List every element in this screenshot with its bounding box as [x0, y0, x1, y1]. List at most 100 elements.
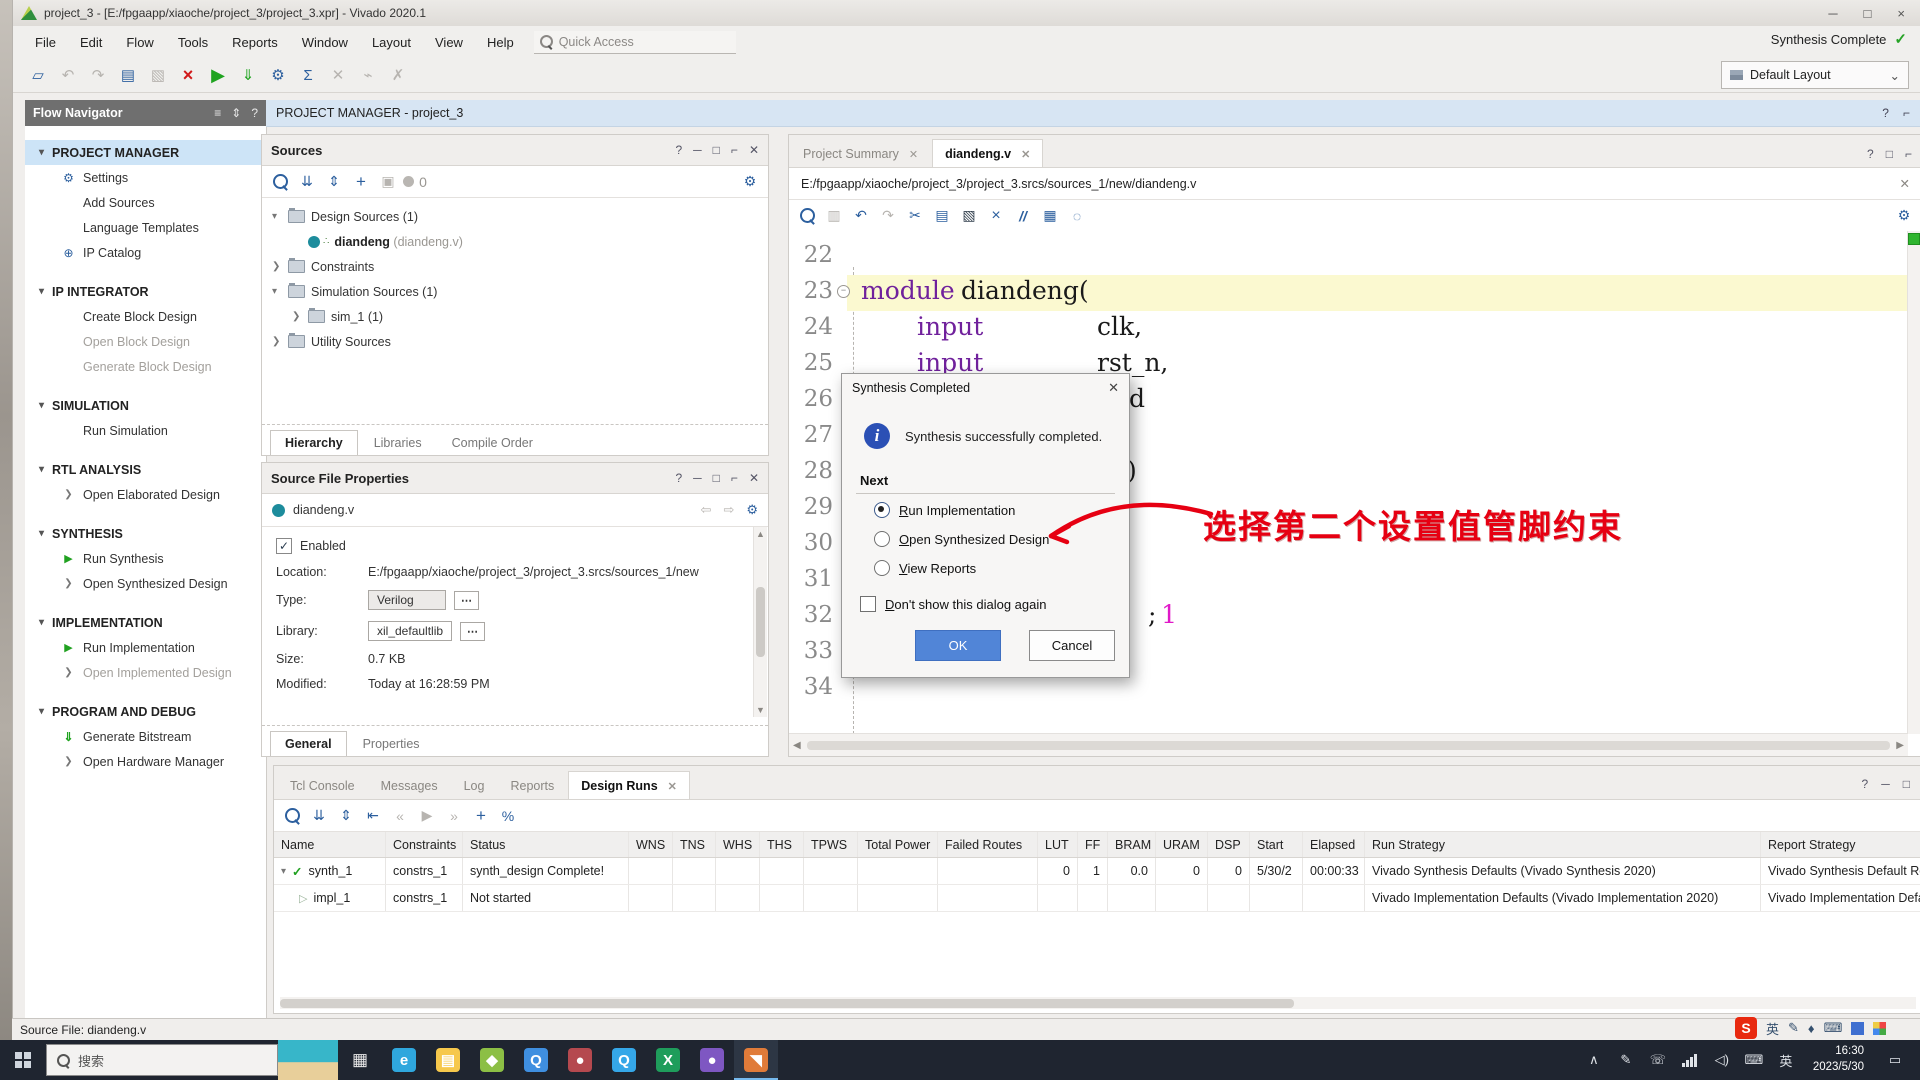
ime-indicator[interactable]: 英 — [1771, 1040, 1801, 1080]
back-icon[interactable]: ⇦ — [701, 502, 712, 518]
editor-vscrollbar[interactable]: ▲ — [1907, 231, 1920, 734]
help-icon[interactable]: ? — [675, 471, 682, 485]
quick-access-box[interactable]: Quick Access — [534, 31, 736, 54]
taskbar-app-app-blue-round[interactable]: Q — [514, 1040, 558, 1080]
minimize-button[interactable]: ─ — [1828, 6, 1837, 21]
sidebar-item-create-block-design[interactable]: Create Block Design — [25, 304, 266, 329]
tree-item-design-sources-1[interactable]: ▾Design Sources (1) — [262, 204, 768, 229]
columns-icon[interactable]: ▦ — [1038, 205, 1062, 227]
browse-button[interactable]: ⋯ — [460, 622, 485, 641]
code-line-24[interactable]: 24inputclk, — [789, 311, 1908, 347]
properties-tab-general[interactable]: General — [270, 731, 347, 756]
menu-flow[interactable]: Flow — [114, 31, 165, 54]
run-icon[interactable]: ▶ — [205, 63, 231, 87]
menu-view[interactable]: View — [423, 31, 475, 54]
minimize-icon[interactable]: ─ — [1881, 777, 1890, 791]
cut-icon[interactable]: ✂ — [903, 205, 927, 227]
column-header-elapsed[interactable]: Elapsed — [1303, 832, 1365, 857]
settings-gear-icon[interactable]: ⚙ — [738, 171, 762, 193]
copy-icon[interactable]: ▤ — [930, 205, 954, 227]
menu-edit[interactable]: Edit — [68, 31, 114, 54]
delete-icon[interactable]: × — [175, 63, 201, 87]
sidebar-section-ip-integrator[interactable]: ▾IP INTEGRATOR — [25, 279, 266, 304]
ime-indicator[interactable]: 英 — [1766, 1019, 1779, 1038]
sidebar-item-ip-catalog[interactable]: ⊕IP Catalog — [25, 240, 266, 265]
grid-icon[interactable] — [1873, 1022, 1886, 1035]
chevron-down-icon[interactable]: ▾ — [281, 866, 286, 877]
taskbar-search[interactable]: 搜索 — [46, 1044, 278, 1076]
menu-help[interactable]: Help — [475, 31, 526, 54]
column-header-failed-routes[interactable]: Failed Routes — [938, 832, 1038, 857]
close-tab-icon[interactable]: ✕ — [1021, 148, 1030, 161]
report-sum-icon[interactable]: Σ — [295, 63, 321, 87]
first-run-icon[interactable]: ⇤ — [361, 805, 385, 827]
ime-toolbar-icon[interactable] — [1851, 1022, 1864, 1035]
ok-button[interactable]: OK — [915, 630, 1001, 661]
maximize-icon[interactable]: □ — [713, 143, 720, 157]
properties-tab-properties[interactable]: Properties — [349, 732, 434, 756]
browse-button[interactable]: ⋯ — [454, 591, 479, 610]
code-line-22[interactable]: 22 — [789, 239, 1908, 275]
search-icon[interactable] — [268, 171, 292, 193]
chevron-down-icon[interactable]: ▾ — [272, 286, 282, 297]
collapse-all-icon[interactable]: ⇊ — [295, 171, 319, 193]
table-row[interactable]: ▷impl_1constrs_1Not startedVivado Implem… — [274, 885, 1920, 912]
column-header-total-power[interactable]: Total Power — [858, 832, 938, 857]
menu-file[interactable]: File — [23, 31, 68, 54]
close-icon[interactable]: ✕ — [749, 471, 759, 485]
paste-icon[interactable]: ▧ — [957, 205, 981, 227]
column-header-status[interactable]: Status — [463, 832, 629, 857]
sidebar-item-open-synthesized-design[interactable]: ❯Open Synthesized Design — [25, 571, 266, 596]
float-icon[interactable]: ⌐ — [731, 143, 738, 157]
forward-icon[interactable]: ⇨ — [723, 502, 734, 518]
fold-marker-icon[interactable]: − — [837, 285, 850, 298]
column-header-uram[interactable]: URAM — [1156, 832, 1208, 857]
generate-bitstream-icon[interactable]: ⇓ — [235, 63, 261, 87]
column-header-ff[interactable]: FF — [1078, 832, 1108, 857]
tree-item-constraints[interactable]: ❯Constraints — [262, 254, 768, 279]
taskbar-app-app-purple[interactable]: ● — [690, 1040, 734, 1080]
settings-icon[interactable]: ⚙ — [265, 63, 291, 87]
close-tab-icon[interactable]: ✕ — [668, 780, 677, 793]
column-header-bram[interactable]: BRAM — [1108, 832, 1156, 857]
column-header-lut[interactable]: LUT — [1038, 832, 1078, 857]
help-icon[interactable]: ? — [1862, 777, 1869, 791]
radio-icon[interactable] — [874, 531, 890, 547]
bottom-tab-messages[interactable]: Messages — [369, 772, 450, 799]
close-icon[interactable]: ✕ — [1900, 176, 1910, 191]
sources-tab-libraries[interactable]: Libraries — [360, 431, 436, 455]
scrollbar-thumb[interactable] — [280, 999, 1294, 1008]
help-icon[interactable]: ? — [251, 106, 258, 120]
column-header-constraints[interactable]: Constraints — [386, 832, 463, 857]
column-header-start[interactable]: Start — [1250, 832, 1303, 857]
column-header-wns[interactable]: WNS — [629, 832, 673, 857]
minimize-icon[interactable]: ─ — [693, 471, 702, 485]
column-header-whs[interactable]: WHS — [716, 832, 760, 857]
notification-center-button[interactable]: ▭ — [1876, 1040, 1914, 1080]
properties-header[interactable]: Source File Properties ? ─ □ ⌐ ✕ — [262, 463, 768, 494]
lightbulb-icon[interactable]: ◌ — [1065, 205, 1089, 227]
dont-show-checkbox[interactable] — [860, 596, 876, 612]
editor-tab-diandeng-v[interactable]: diandeng.v✕ — [932, 139, 1043, 167]
delete-icon[interactable]: × — [984, 205, 1008, 227]
collapse-all-icon[interactable]: ≡ — [214, 106, 221, 120]
close-icon[interactable]: ✕ — [1108, 380, 1119, 396]
keyboard-icon[interactable]: ⌨ — [1824, 1020, 1843, 1036]
menu-window[interactable]: Window — [290, 31, 360, 54]
scroll-left-icon[interactable]: ◀ — [793, 740, 801, 751]
property-value-box[interactable]: Verilog — [368, 590, 446, 610]
bottom-tab-log[interactable]: Log — [452, 772, 497, 799]
sidebar-item-open-elaborated-design[interactable]: ❯Open Elaborated Design — [25, 482, 266, 507]
sidebar-item-run-simulation[interactable]: Run Simulation — [25, 418, 266, 443]
sidebar-section-simulation[interactable]: ▾SIMULATION — [25, 393, 266, 418]
sidebar-section-implementation[interactable]: ▾IMPLEMENTATION — [25, 610, 266, 635]
editor-hscrollbar[interactable]: ◀ ▶ — [789, 733, 1908, 756]
close-tab-icon[interactable]: ✕ — [909, 148, 918, 161]
column-header-run-strategy[interactable]: Run Strategy — [1365, 832, 1761, 857]
expand-all-icon[interactable]: ⇕ — [231, 106, 241, 120]
network-icon[interactable] — [1675, 1040, 1705, 1080]
mic-icon[interactable]: ♦ — [1808, 1021, 1815, 1036]
close-button[interactable]: × — [1897, 6, 1905, 21]
start-button[interactable] — [0, 1040, 46, 1080]
float-icon[interactable]: ⌐ — [731, 471, 738, 485]
